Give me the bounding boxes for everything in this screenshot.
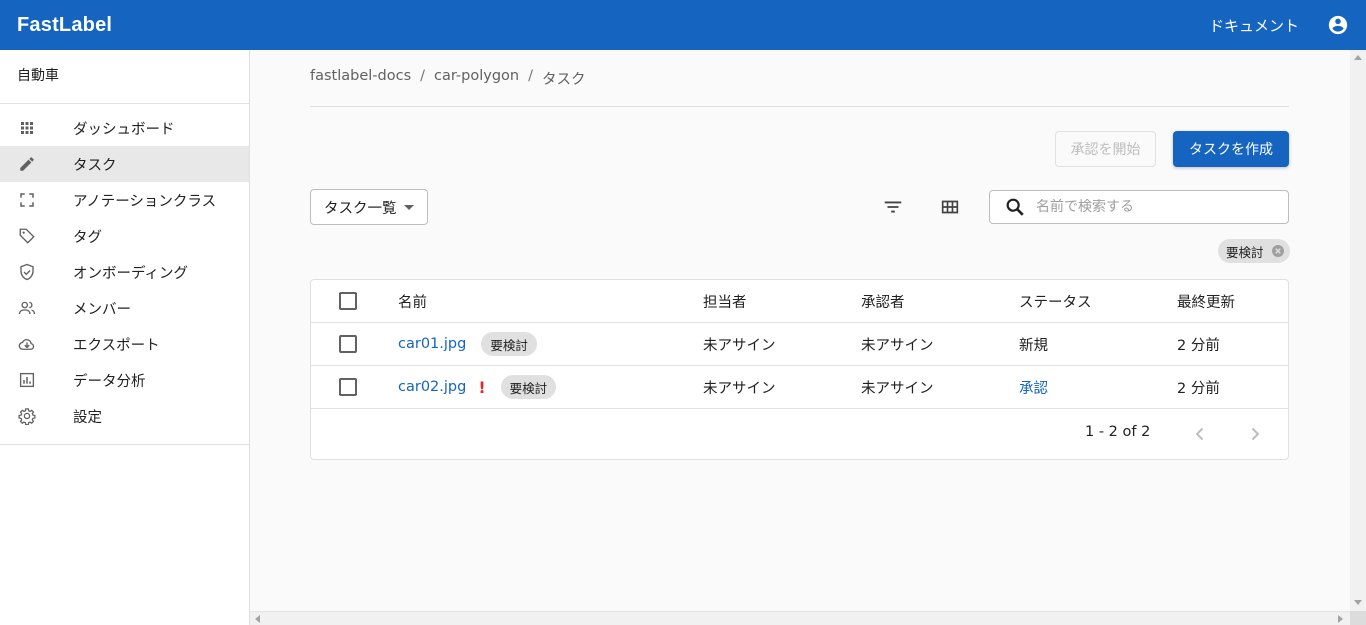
warning-icon: ! bbox=[478, 377, 486, 397]
sidebar: 自動車 ダッシュボード タスク アノテーションクラス タグ オンボーディング メ… bbox=[0, 50, 250, 625]
sidebar-item-label: タグ bbox=[73, 229, 102, 246]
sidebar-item-settings[interactable]: 設定 bbox=[0, 398, 249, 434]
task-name-cell: car02.jpg ! 要検討 bbox=[398, 366, 557, 408]
breadcrumb-project[interactable]: car-polygon bbox=[434, 68, 519, 89]
view-select[interactable]: タスク一覧 bbox=[310, 189, 428, 225]
breadcrumb-separator: / bbox=[420, 68, 426, 84]
caret-down-icon bbox=[403, 204, 414, 210]
status-link[interactable]: 承認 bbox=[1019, 366, 1048, 408]
row-checkbox[interactable] bbox=[339, 378, 357, 396]
main-content: fastlabel-docs / car-polygon / タスク 承認を開始… bbox=[250, 50, 1350, 611]
scroll-right-arrow[interactable] bbox=[1338, 615, 1343, 623]
view-select-value: タスク一覧 bbox=[324, 200, 397, 217]
breadcrumb-separator: / bbox=[528, 68, 533, 84]
approver-cell: 未アサイン bbox=[861, 337, 934, 354]
assignee-cell: 未アサイン bbox=[703, 380, 776, 397]
filter-chip-label: 要検討 bbox=[1226, 244, 1264, 260]
tag-icon bbox=[17, 226, 37, 246]
next-page-button[interactable] bbox=[1243, 422, 1267, 446]
brand-logo[interactable]: FastLabel bbox=[17, 14, 112, 37]
sidebar-item-analytics[interactable]: データ分析 bbox=[0, 362, 249, 398]
gear-icon bbox=[17, 406, 37, 426]
pencil-icon bbox=[17, 154, 37, 174]
account-circle-icon[interactable] bbox=[1327, 14, 1349, 36]
sidebar-item-annotation-class[interactable]: アノテーションクラス bbox=[0, 182, 249, 218]
breadcrumb-current: タスク bbox=[542, 72, 586, 88]
sidebar-item-label: アノテーションクラス bbox=[73, 193, 217, 210]
filter-button[interactable] bbox=[878, 192, 908, 222]
analytics-icon bbox=[17, 370, 37, 390]
project-name: 自動車 bbox=[0, 50, 249, 104]
filter-list-icon bbox=[884, 201, 902, 213]
task-name-link[interactable]: car02.jpg bbox=[398, 379, 466, 395]
chevron-right-icon bbox=[1251, 427, 1260, 441]
filter-chip[interactable]: 要検討 bbox=[1218, 239, 1290, 263]
search-icon bbox=[1006, 198, 1024, 216]
sidebar-item-label: ダッシュボード bbox=[73, 121, 175, 138]
chevron-left-icon bbox=[1195, 427, 1204, 441]
scrollbar-corner bbox=[1350, 611, 1366, 625]
search-input[interactable] bbox=[1036, 199, 1276, 215]
updated-cell: 2 分前 bbox=[1177, 337, 1220, 354]
column-settings-button[interactable] bbox=[935, 192, 965, 222]
grid-dots-icon bbox=[17, 118, 37, 138]
sidebar-item-label: エクスポート bbox=[73, 337, 160, 354]
people-icon bbox=[17, 298, 37, 318]
start-approval-button[interactable]: 承認を開始 bbox=[1055, 131, 1156, 167]
sidebar-item-label: オンボーディング bbox=[73, 265, 188, 282]
sidebar-item-label: 設定 bbox=[73, 409, 102, 426]
sidebar-item-tasks[interactable]: タスク bbox=[0, 146, 249, 182]
vertical-scrollbar[interactable] bbox=[1350, 50, 1366, 611]
sidebar-item-onboarding[interactable]: オンボーディング bbox=[0, 254, 249, 290]
column-header-updated[interactable]: 最終更新 bbox=[1177, 280, 1235, 322]
search-box bbox=[989, 190, 1289, 224]
table-row[interactable]: car02.jpg ! 要検討 未アサイン 未アサイン 承認 2 分前 bbox=[311, 366, 1288, 409]
column-header-status[interactable]: ステータス bbox=[1019, 280, 1092, 322]
select-all-checkbox[interactable] bbox=[339, 292, 357, 310]
breadcrumb: fastlabel-docs / car-polygon / タスク bbox=[310, 68, 586, 89]
pagination-range: 1 - 2 of 2 bbox=[1085, 424, 1151, 440]
task-name-link[interactable]: car01.jpg bbox=[398, 336, 466, 352]
app-header: FastLabel ドキュメント bbox=[0, 0, 1366, 50]
column-header-assignee[interactable]: 担当者 bbox=[703, 280, 747, 322]
prev-page-button[interactable] bbox=[1188, 422, 1212, 446]
updated-cell: 2 分前 bbox=[1177, 380, 1220, 397]
scroll-left-arrow[interactable] bbox=[255, 615, 260, 623]
scroll-down-arrow[interactable] bbox=[1354, 600, 1362, 605]
shield-check-icon bbox=[17, 262, 37, 282]
approver-cell: 未アサイン bbox=[861, 380, 934, 397]
task-table: 名前 担当者 承認者 ステータス 最終更新 car01.jpg 要検討 未アサイ… bbox=[310, 279, 1289, 460]
scroll-up-arrow[interactable] bbox=[1354, 55, 1362, 60]
breadcrumb-workspace[interactable]: fastlabel-docs bbox=[310, 68, 411, 89]
column-header-name[interactable]: 名前 bbox=[398, 280, 427, 322]
task-tag: 要検討 bbox=[500, 375, 557, 399]
header-divider bbox=[310, 106, 1289, 107]
task-tag: 要検討 bbox=[481, 332, 537, 356]
sidebar-item-members[interactable]: メンバー bbox=[0, 290, 249, 326]
table-header-row: 名前 担当者 承認者 ステータス 最終更新 bbox=[311, 280, 1288, 323]
pagination: 1 - 2 of 2 bbox=[311, 410, 1288, 458]
sidebar-item-label: メンバー bbox=[73, 301, 131, 318]
create-task-button[interactable]: タスクを作成 bbox=[1173, 131, 1289, 167]
sidebar-item-label: データ分析 bbox=[73, 373, 146, 390]
horizontal-scrollbar[interactable] bbox=[250, 611, 1350, 625]
table-grid-icon bbox=[941, 200, 959, 214]
docs-link[interactable]: ドキュメント bbox=[1209, 15, 1299, 36]
sidebar-nav: ダッシュボード タスク アノテーションクラス タグ オンボーディング メンバー … bbox=[0, 104, 249, 445]
task-name-cell: car01.jpg 要検討 bbox=[398, 323, 537, 365]
crop-frame-icon bbox=[17, 190, 37, 210]
sidebar-item-label: タスク bbox=[73, 157, 117, 174]
cloud-download-icon bbox=[17, 334, 37, 354]
assignee-cell: 未アサイン bbox=[703, 337, 776, 354]
table-row[interactable]: car01.jpg 要検討 未アサイン 未アサイン 新規 2 分前 bbox=[311, 323, 1288, 366]
close-circle-icon[interactable] bbox=[1270, 243, 1286, 259]
status-cell: 新規 bbox=[1019, 337, 1048, 354]
row-checkbox[interactable] bbox=[339, 335, 357, 353]
sidebar-item-export[interactable]: エクスポート bbox=[0, 326, 249, 362]
sidebar-item-dashboard[interactable]: ダッシュボード bbox=[0, 110, 249, 146]
sidebar-item-tags[interactable]: タグ bbox=[0, 218, 249, 254]
column-header-approver[interactable]: 承認者 bbox=[861, 280, 905, 322]
